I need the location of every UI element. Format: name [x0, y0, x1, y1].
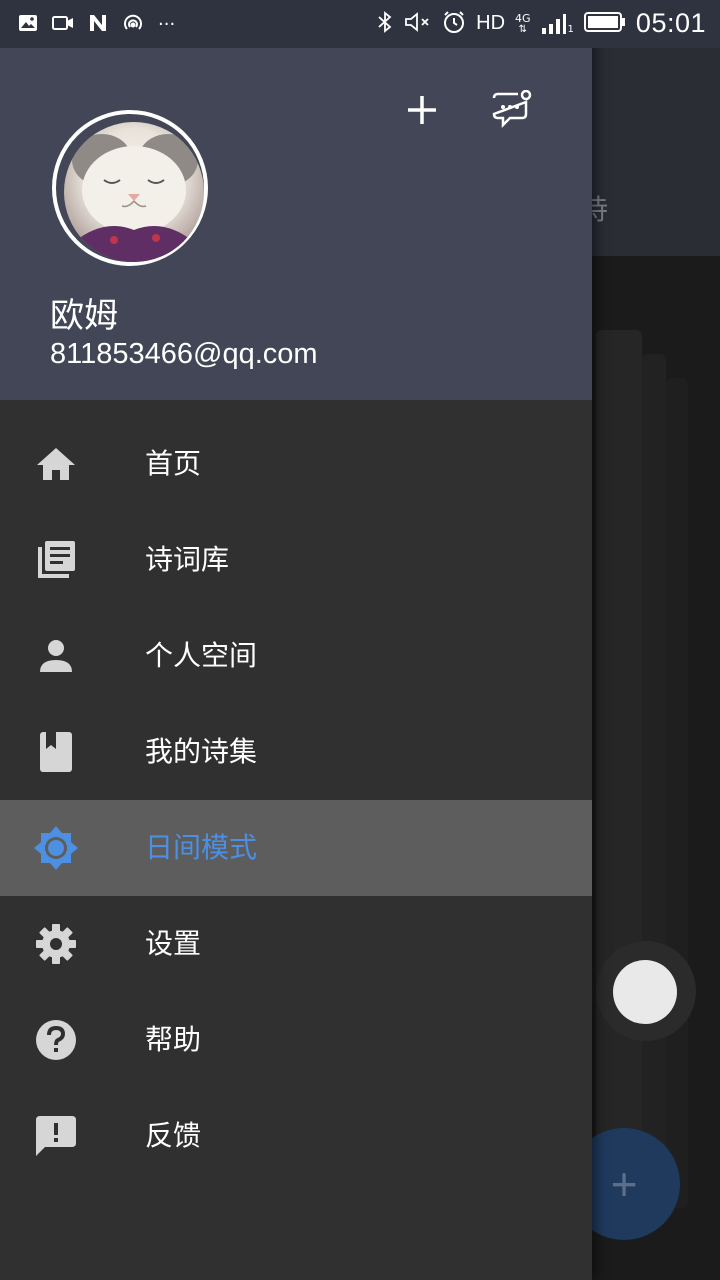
- person-icon: [32, 632, 80, 680]
- more-dots-icon: ···: [158, 14, 176, 35]
- battery-icon: [583, 11, 626, 37]
- cat-avatar-illustration: [72, 134, 198, 262]
- feedback-icon: [32, 1112, 80, 1160]
- drawer-menu: 首页 诗词库 个人空间 我的诗集 日间模式 设置 帮助 反馈: [0, 416, 592, 1184]
- hotspot-icon: [122, 12, 144, 38]
- bookmark-book-icon: [32, 728, 80, 776]
- library-icon: [32, 536, 80, 584]
- help-icon: [32, 1016, 80, 1064]
- menu-item-label: 帮助: [145, 1023, 202, 1056]
- menu-item-personal-space[interactable]: 个人空间: [0, 608, 592, 704]
- bluetooth-icon: [376, 10, 394, 38]
- menu-item-label: 诗词库: [145, 543, 230, 576]
- user-email: 811853466@qq.com: [50, 338, 318, 370]
- user-name: 欧姆: [50, 296, 118, 336]
- n-icon: [88, 13, 108, 37]
- menu-item-label: 日间模式: [145, 831, 258, 864]
- image-icon: [18, 13, 38, 37]
- menu-item-my-collection[interactable]: 我的诗集: [0, 704, 592, 800]
- signal-icon: 1: [541, 13, 574, 35]
- network-4g-icon: 4G ⇅: [515, 13, 531, 35]
- menu-item-label: 反馈: [145, 1119, 202, 1152]
- video-icon: [52, 14, 74, 36]
- menu-item-label: 个人空间: [145, 639, 258, 672]
- brightness-icon: [32, 824, 80, 872]
- background-card: [596, 330, 642, 1210]
- settings-gear-icon: [32, 920, 80, 968]
- menu-item-label: 首页: [145, 447, 202, 480]
- menu-item-help[interactable]: 帮助: [0, 992, 592, 1088]
- network-label: HD: [476, 12, 506, 34]
- menu-item-label: 我的诗集: [145, 735, 258, 768]
- background-card: [666, 378, 688, 1208]
- plus-icon: [406, 94, 438, 130]
- add-button[interactable]: [394, 84, 450, 140]
- avatar[interactable]: [64, 122, 204, 262]
- menu-item-library[interactable]: 诗词库: [0, 512, 592, 608]
- background-card: [642, 354, 666, 1214]
- sim-slot: 1: [567, 23, 574, 35]
- menu-item-feedback[interactable]: 反馈: [0, 1088, 592, 1184]
- menu-item-day-mode[interactable]: 日间模式: [0, 800, 592, 896]
- navigation-drawer: 欧姆 811853466@qq.com 首页 诗词库 个人空间 我的诗集 日间模…: [0, 0, 592, 1280]
- status-bar: ··· HD 4G ⇅ 1 05:01: [0, 0, 720, 48]
- chat-bubble-icon: [490, 89, 534, 134]
- menu-item-label: 设置: [145, 927, 202, 960]
- background-toggle-knob[interactable]: [613, 960, 677, 1024]
- menu-item-settings[interactable]: 设置: [0, 896, 592, 992]
- mute-icon: [404, 10, 432, 38]
- network-type: 4G: [515, 11, 531, 25]
- menu-item-home[interactable]: 首页: [0, 416, 592, 512]
- home-icon: [32, 440, 80, 488]
- data-arrows-icon: ⇅: [518, 23, 527, 35]
- clock: 05:01: [635, 8, 706, 38]
- message-button[interactable]: [484, 84, 540, 140]
- alarm-icon: [442, 10, 466, 38]
